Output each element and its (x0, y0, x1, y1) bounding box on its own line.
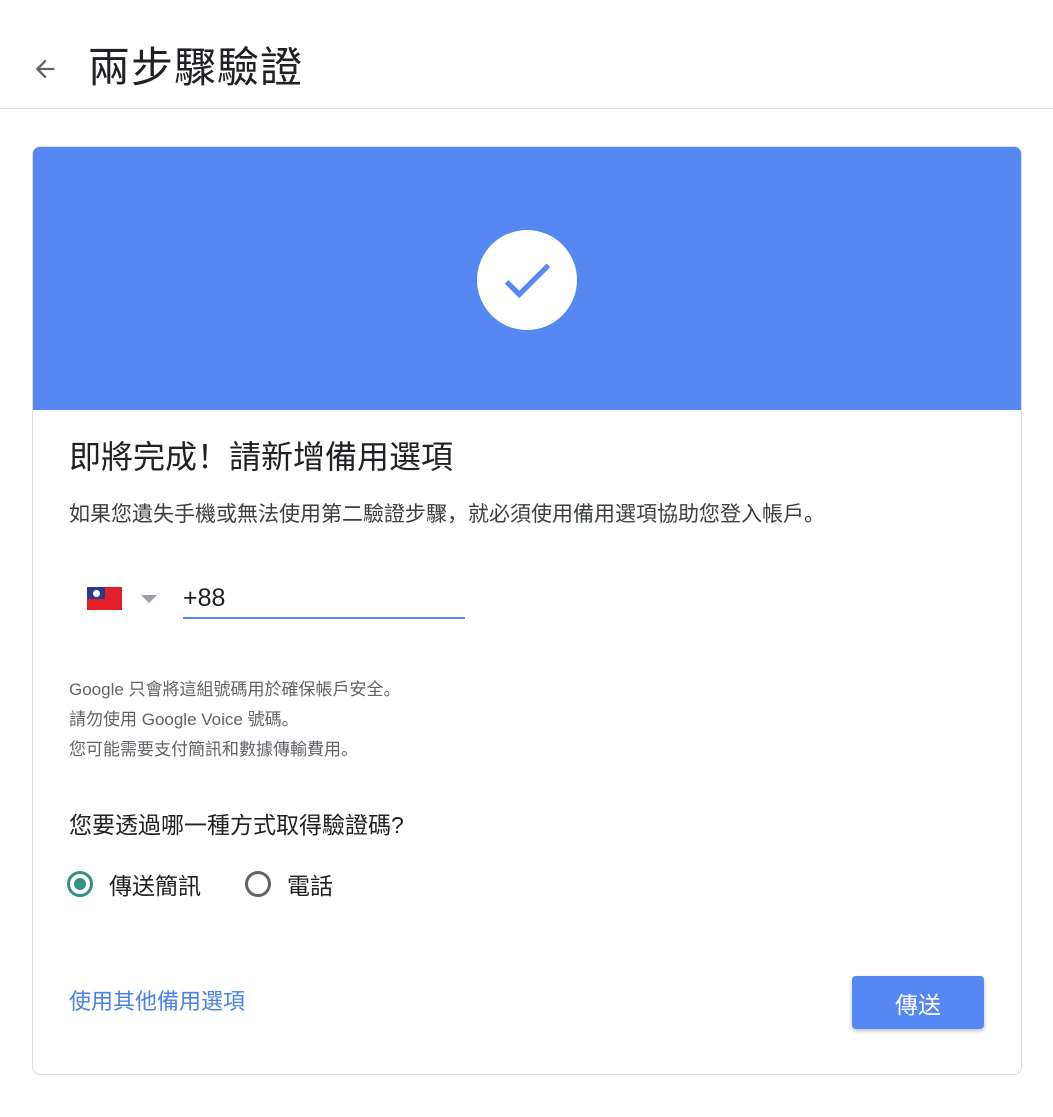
radio-option-sms[interactable]: 傳送簡訊 (67, 867, 201, 901)
check-circle-icon (477, 230, 577, 330)
method-radio-group: 傳送簡訊 電話 (67, 867, 377, 901)
radio-unchecked-icon[interactable] (245, 871, 271, 897)
radio-label-call: 電話 (287, 873, 333, 899)
send-button[interactable]: 傳送 (852, 976, 984, 1029)
radio-option-call[interactable]: 電話 (245, 867, 333, 901)
phone-notes: Google 只會將這組號碼用於確保帳戶安全。 請勿使用 Google Voic… (69, 675, 401, 765)
other-backup-options-link[interactable]: 使用其他備用選項 (69, 985, 245, 1019)
card-description: 如果您遺失手機或無法使用第二驗證步驟，就必須使用備用選項協助您登入帳戶。 (69, 503, 825, 526)
flag-sun-icon (92, 589, 100, 597)
flag-canton (87, 587, 105, 599)
checkmark-icon (504, 263, 551, 299)
success-banner (33, 147, 1021, 410)
note-line: Google 只會將這組號碼用於確保帳戶安全。 (69, 680, 401, 699)
radio-label-sms: 傳送簡訊 (109, 873, 201, 899)
method-question: 您要透過哪一種方式取得驗證碼? (69, 812, 404, 838)
country-dropdown[interactable] (137, 589, 161, 609)
app-header: 兩步驟驗證 (0, 0, 1053, 109)
setup-card: 即將完成！請新增備用選項 如果您遺失手機或無法使用第二驗證步驟，就必須使用備用選… (32, 146, 1022, 1075)
arrow-left-icon (35, 59, 55, 79)
back-button[interactable] (24, 48, 66, 90)
phone-number-input[interactable] (183, 579, 465, 619)
triangle-down-icon (141, 595, 157, 603)
taiwan-flag-icon[interactable] (87, 587, 122, 610)
page-title: 兩步驟驗證 (88, 44, 304, 91)
card-heading: 即將完成！請新增備用選項 (69, 439, 454, 475)
note-line: 您可能需要支付簡訊和數據傳輸費用。 (69, 740, 358, 759)
radio-dot (74, 878, 86, 890)
note-line: 請勿使用 Google Voice 號碼。 (69, 710, 299, 729)
radio-checked-icon[interactable] (67, 871, 93, 897)
